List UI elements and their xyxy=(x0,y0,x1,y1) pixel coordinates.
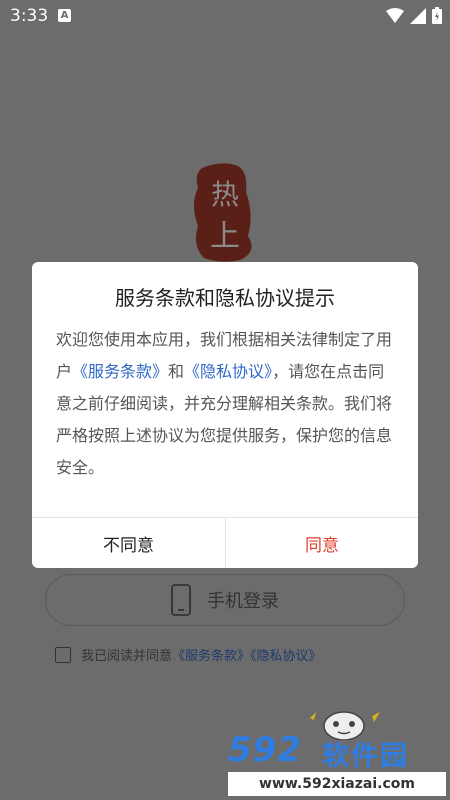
svg-text:上: 上 xyxy=(210,219,240,254)
phone-login-label: 手机登录 xyxy=(207,591,279,612)
agree-button[interactable]: 同意 xyxy=(225,518,418,568)
privacy-link[interactable]: 《隐私协议》 xyxy=(250,649,322,664)
dialog-privacy-link[interactable]: 《隐私协议》 xyxy=(184,362,272,381)
dialog-body-and: 和 xyxy=(168,362,185,381)
watermark-number: 592 xyxy=(228,730,302,770)
terms-privacy-dialog: 服务条款和隐私协议提示 欢迎您使用本应用，我们根据相关法律制定了用户《服务条款》… xyxy=(32,262,418,568)
agree-checkbox[interactable] xyxy=(55,646,71,663)
battery-icon xyxy=(432,7,442,24)
disagree-button[interactable]: 不同意 xyxy=(32,518,225,568)
watermark-url: www.592xiazai.com xyxy=(228,772,446,796)
status-icons xyxy=(386,7,442,24)
watermark: 592 软件园 www.592xiazai.com xyxy=(222,728,450,800)
watermark-banner: 592 软件园 xyxy=(222,728,450,772)
status-time: 3:33 xyxy=(10,6,49,26)
svg-text:热: 热 xyxy=(211,178,239,211)
phone-icon xyxy=(171,584,191,616)
dialog-body: 欢迎您使用本应用，我们根据相关法律制定了用户《服务条款》和《隐私协议》，请您在点… xyxy=(56,324,394,484)
status-bar: 3:33 A xyxy=(0,0,450,32)
agree-text: 我已阅读并同意 xyxy=(81,649,173,664)
wifi-icon xyxy=(386,7,404,23)
phone-login-button[interactable]: 手机登录 xyxy=(45,574,405,626)
dialog-title: 服务条款和隐私协议提示 xyxy=(115,286,335,310)
dialog-terms-link[interactable]: 《服务条款》 xyxy=(72,362,168,381)
terms-link[interactable]: 《服务条款》 xyxy=(172,649,250,664)
app-logo: 热 上 xyxy=(194,163,252,262)
signal-icon xyxy=(410,7,426,24)
watermark-name: 软件园 xyxy=(322,741,409,772)
agreement-row: 我已阅读并同意《服务条款》《隐私协议》 xyxy=(55,645,322,664)
notification-icon: A xyxy=(58,9,71,22)
